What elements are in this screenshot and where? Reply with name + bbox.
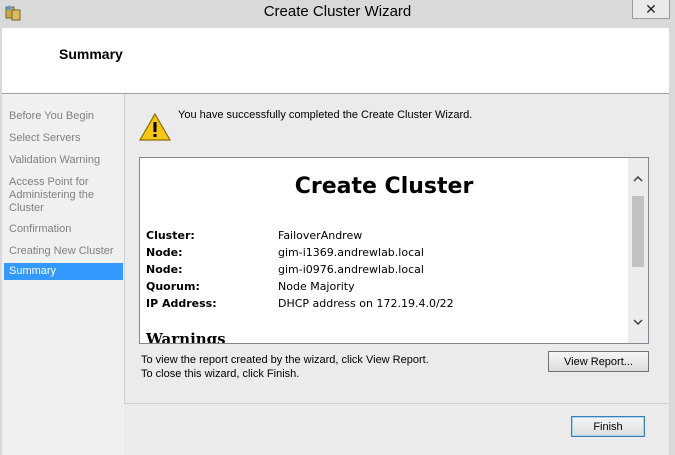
wizard-steps-sidebar: Before You Begin Select Servers Validati… (2, 94, 124, 455)
summary-content: You have successfully completed the Crea… (124, 94, 669, 404)
finish-button[interactable]: Finish (571, 416, 645, 437)
ip-address-label: IP Address: (146, 297, 217, 310)
report-scrollbar[interactable] (628, 158, 648, 343)
main-panel: You have successfully completed the Crea… (124, 94, 669, 455)
sidebar-item-confirmation[interactable]: Confirmation (4, 221, 123, 238)
window-frame-right (669, 28, 675, 455)
node-label: Node: (146, 246, 183, 259)
node-value: gim-i0976.andrewlab.local (278, 263, 424, 276)
report-title: Create Cluster (294, 174, 474, 199)
page-title: Summary (59, 46, 123, 62)
divider (124, 403, 669, 404)
quorum-label: Quorum: (146, 280, 200, 293)
close-icon: ✕ (645, 0, 657, 17)
scroll-thumb[interactable] (632, 196, 644, 267)
sidebar-item-access-point[interactable]: Access Point for Administering the Clust… (4, 174, 123, 217)
scroll-up-icon[interactable] (628, 170, 648, 188)
scroll-down-icon[interactable] (628, 313, 648, 331)
warnings-heading: Warnings (146, 330, 226, 343)
view-report-button[interactable]: View Report... (548, 351, 649, 372)
title-bar: Create Cluster Wizard ✕ (0, 0, 675, 28)
node-value: gim-i1369.andrewlab.local (278, 246, 424, 259)
close-wizard-help: To close this wizard, click Finish. (141, 368, 300, 380)
cluster-label: Cluster: (146, 229, 195, 242)
sidebar-item-select-servers[interactable]: Select Servers (4, 130, 123, 147)
sidebar-item-creating-new-cluster[interactable]: Creating New Cluster (4, 243, 123, 260)
quorum-value: Node Majority (278, 280, 355, 293)
view-report-help: To view the report created by the wizard… (141, 354, 429, 366)
sidebar-item-validation-warning[interactable]: Validation Warning (4, 152, 123, 169)
sidebar-item-before-you-begin[interactable]: Before You Begin (4, 108, 123, 125)
wizard-header: Summary (2, 28, 669, 94)
report-content: Create Cluster Cluster: FailoverAndrew N… (140, 158, 628, 343)
warning-icon (139, 112, 171, 141)
window-title: Create Cluster Wizard (263, 3, 412, 20)
report-box: Create Cluster Cluster: FailoverAndrew N… (139, 157, 649, 344)
sidebar-item-summary[interactable]: Summary (4, 263, 123, 280)
ip-address-value: DHCP address on 172.19.4.0/22 (278, 297, 454, 310)
cluster-value: FailoverAndrew (278, 229, 363, 242)
close-button[interactable]: ✕ (632, 0, 670, 19)
node-label: Node: (146, 263, 183, 276)
success-message: You have successfully completed the Crea… (178, 109, 473, 121)
